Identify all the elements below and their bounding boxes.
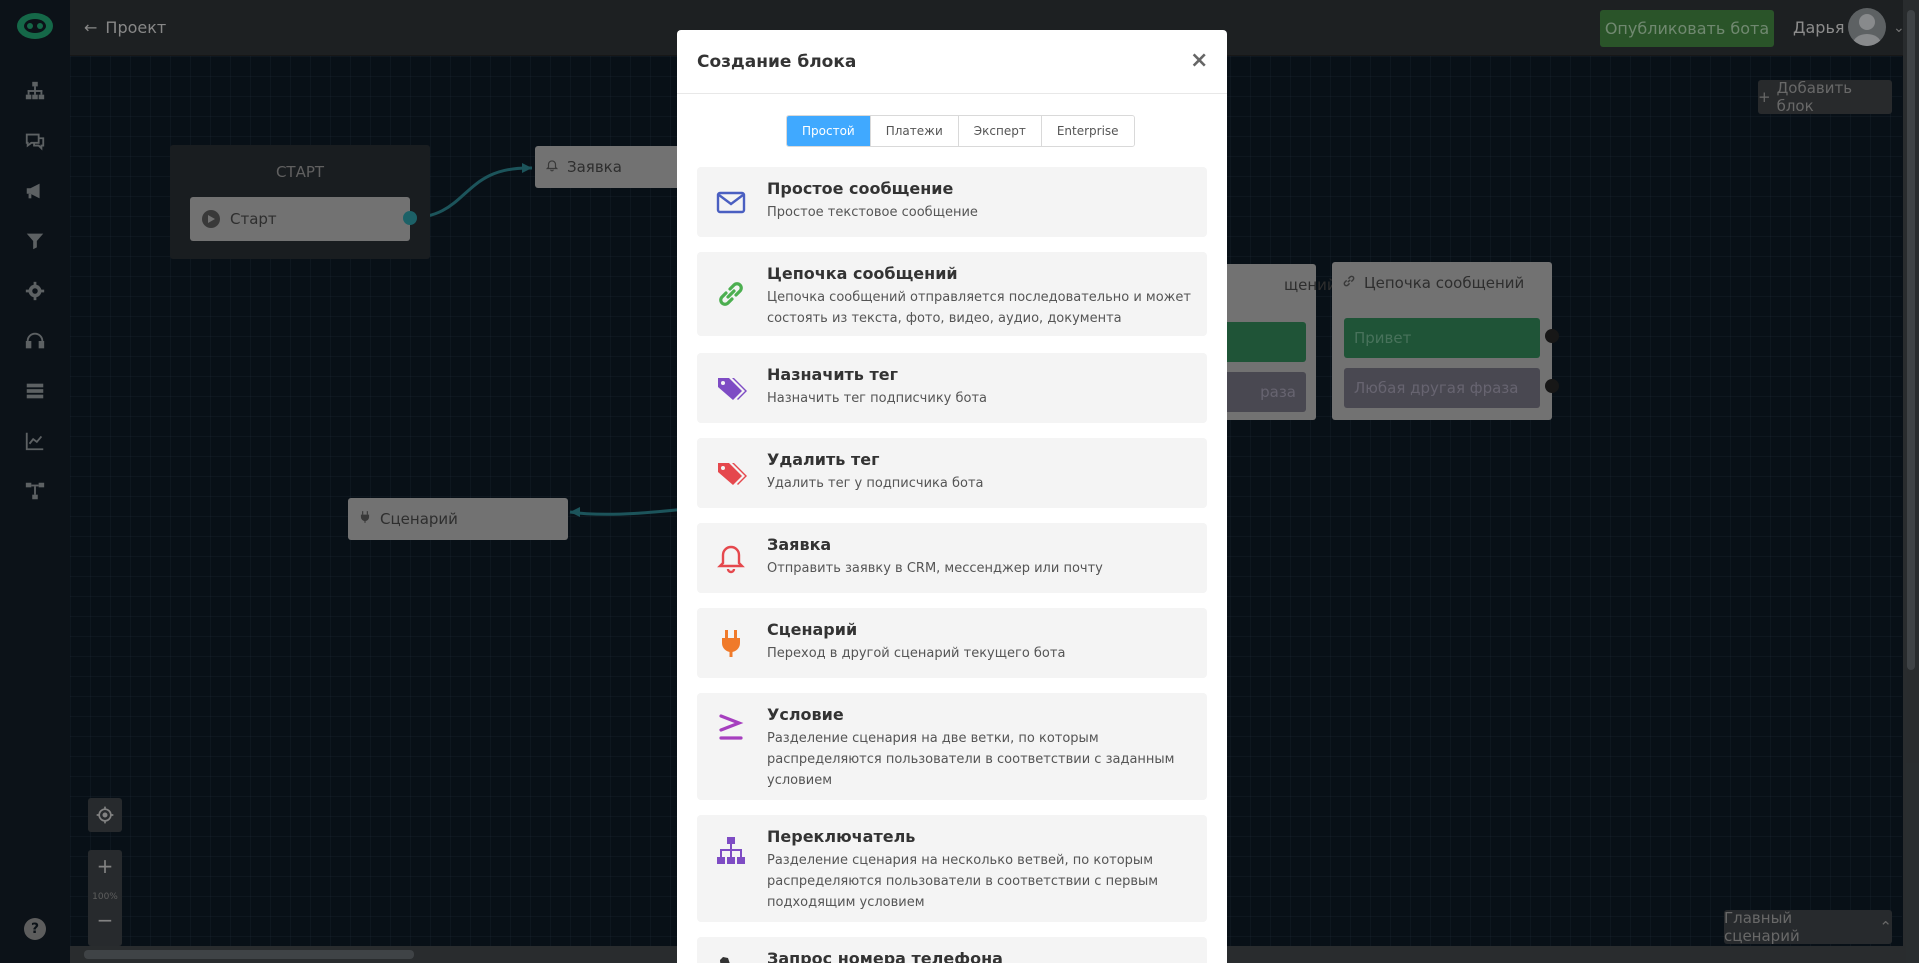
- greater-equal-icon: [713, 709, 749, 745]
- block-option-title: Сценарий: [767, 620, 858, 639]
- block-option-title: Цепочка сообщений: [767, 264, 958, 283]
- tab-payments[interactable]: Платежи: [870, 116, 959, 146]
- block-option-title: Переключатель: [767, 827, 916, 846]
- block-option-desc: Удалить тег у подписчика бота: [767, 476, 984, 491]
- block-option-title: Условие: [767, 705, 844, 724]
- tags-icon: [713, 370, 749, 406]
- block-option-title: Назначить тег: [767, 365, 898, 384]
- block-option-desc: Простое текстовое сообщение: [767, 205, 978, 220]
- tab-expert[interactable]: Эксперт: [958, 116, 1042, 146]
- envelope-icon: [713, 184, 749, 220]
- tags-icon: [713, 455, 749, 491]
- block-option-desc: Отправить заявку в CRM, мессенджер или п…: [767, 561, 1103, 576]
- plug-icon: [713, 625, 749, 661]
- block-option-message-chain[interactable]: Цепочка сообщений Цепочка сообщений отпр…: [697, 252, 1207, 336]
- tab-enterprise[interactable]: Enterprise: [1041, 116, 1134, 146]
- link-icon: [713, 276, 749, 312]
- bell-icon: [713, 540, 749, 576]
- block-option-desc: Назначить тег подписчику бота: [767, 391, 988, 406]
- block-type-tabs: Простой Платежи Эксперт Enterprise: [786, 115, 1135, 147]
- block-option-switch[interactable]: Переключатель Разделение сценария на нес…: [697, 815, 1207, 922]
- block-option-desc: Переход в другой сценарий текущего бота: [767, 646, 1066, 661]
- block-option-desc: Разделение сценария на две ветки, по кот…: [767, 731, 1175, 788]
- block-option-title: Запрос номера телефона: [767, 949, 1003, 963]
- block-option-title: Удалить тег: [767, 450, 880, 469]
- modal-header: Создание блока ×: [677, 30, 1227, 94]
- sitemap-icon: [713, 833, 749, 869]
- block-option-title: Простое сообщение: [767, 179, 954, 198]
- block-option-simple-message[interactable]: Простое сообщение Простое текстовое сооб…: [697, 167, 1207, 237]
- block-option-desc: Цепочка сообщений отправляется последова…: [767, 290, 1191, 326]
- block-option-phone-request[interactable]: Запрос номера телефона: [697, 937, 1207, 963]
- create-block-modal: Создание блока × Простой Платежи Эксперт…: [677, 30, 1227, 963]
- block-option-assign-tag[interactable]: Назначить тег Назначить тег подписчику б…: [697, 353, 1207, 423]
- block-option-desc: Разделение сценария на несколько ветвей,…: [767, 853, 1159, 910]
- block-option-request[interactable]: Заявка Отправить заявку в CRM, мессендже…: [697, 523, 1207, 593]
- phone-icon: [713, 951, 749, 963]
- modal-title: Создание блока: [697, 52, 857, 72]
- close-icon[interactable]: ×: [1190, 48, 1208, 73]
- block-option-scenario[interactable]: Сценарий Переход в другой сценарий текущ…: [697, 608, 1207, 678]
- block-option-condition[interactable]: Условие Разделение сценария на две ветки…: [697, 693, 1207, 800]
- tab-simple[interactable]: Простой: [787, 116, 871, 146]
- block-option-title: Заявка: [767, 535, 832, 554]
- block-option-delete-tag[interactable]: Удалить тег Удалить тег у подписчика бот…: [697, 438, 1207, 508]
